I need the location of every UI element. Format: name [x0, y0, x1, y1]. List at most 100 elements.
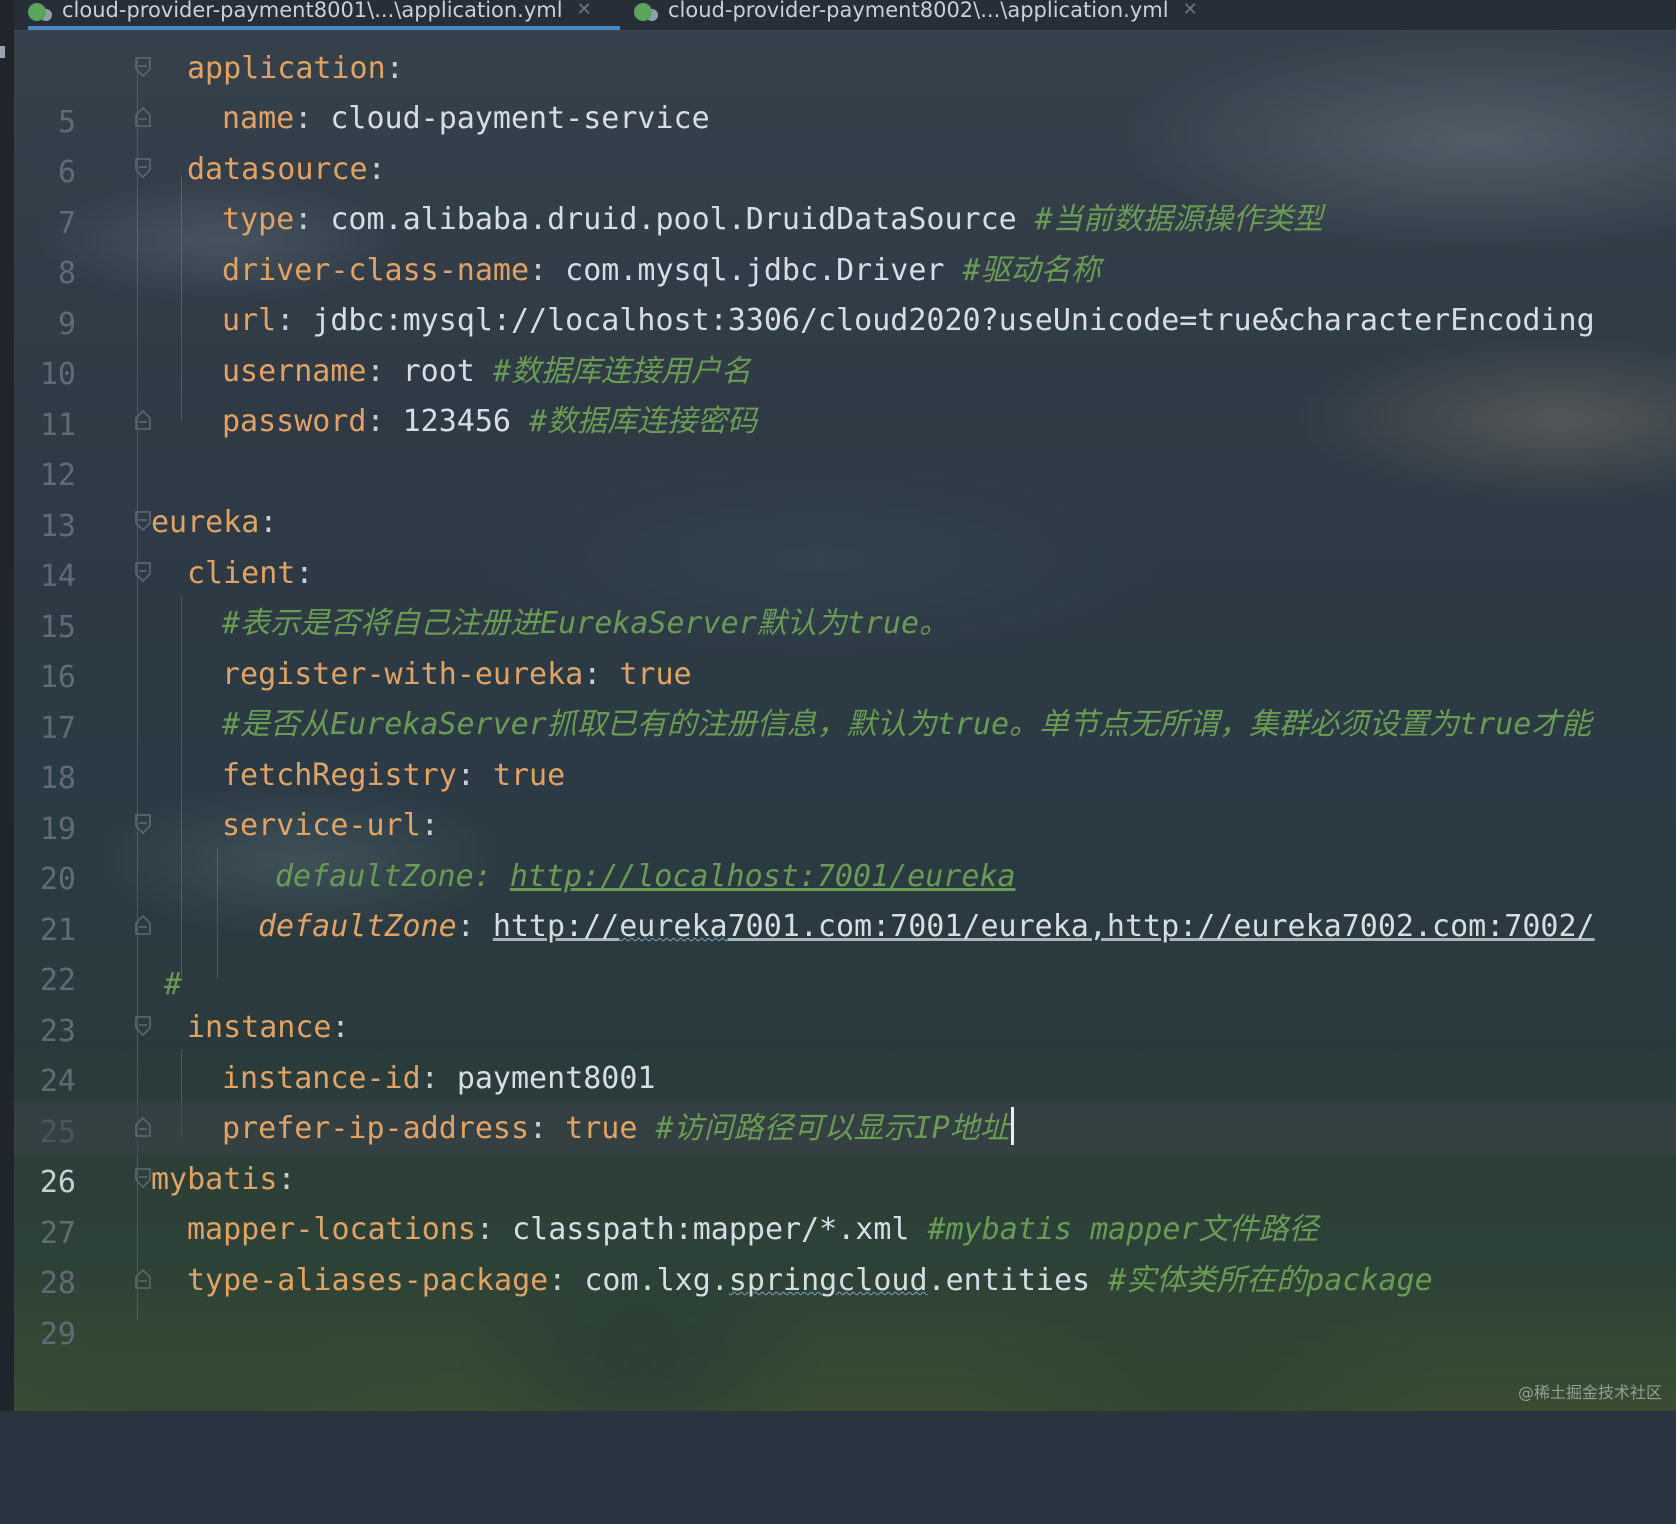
text-caret	[1010, 1107, 1014, 1145]
fold-open-icon[interactable]	[135, 1016, 151, 1036]
code-line[interactable]: 22 defaultZone: http://eureka7001.com:70…	[14, 900, 1676, 998]
fold-open-icon[interactable]	[135, 511, 151, 531]
fold-open-icon[interactable]	[135, 158, 151, 178]
code-line[interactable]: 9 driver-class-name: com.mysql.jdbc.Driv…	[14, 244, 1676, 342]
fold-close-icon[interactable]	[135, 1269, 151, 1289]
yaml-key: prefer-ip-address	[222, 1111, 530, 1146]
yaml-value: com.mysql.jdbc.Driver	[565, 253, 945, 288]
yaml-key: defaultZone	[258, 909, 457, 944]
code-line[interactable]: 28 mapper-locations: classpath:mapper/*.…	[14, 1203, 1676, 1301]
code-line[interactable]: 17 register-with-eureka: true	[14, 648, 1676, 746]
code-line[interactable]: 29 type-aliases-package: com.lxg.springc…	[14, 1254, 1676, 1352]
yaml-key: mybatis	[151, 1162, 278, 1197]
yaml-key: service-url	[222, 808, 421, 843]
code-line-current[interactable]: 26 prefer-ip-address: true #访问路径可以显示IP地址	[14, 1102, 1676, 1200]
url-link[interactable]: http://	[493, 909, 619, 944]
yaml-value: true	[492, 758, 566, 793]
fold-close-icon[interactable]	[135, 107, 151, 127]
yaml-key: type	[222, 202, 295, 237]
yaml-key: instance	[187, 1010, 332, 1045]
code-line[interactable]: 12 password: 123456 #数据库连接密码	[14, 395, 1676, 493]
fold-open-icon[interactable]	[135, 57, 151, 77]
yaml-key: instance-id	[222, 1061, 421, 1096]
tab-payment8001[interactable]: cloud-provider-payment8001\...\applicati…	[28, 0, 620, 30]
yaml-value: classpath:mapper/*.xml	[512, 1212, 910, 1247]
yaml-value: true	[619, 657, 692, 692]
fold-open-icon[interactable]	[135, 1168, 151, 1188]
yaml-value: com.alibaba.druid.pool.DruidDataSource	[330, 202, 1017, 237]
yaml-key: register-with-eureka	[222, 657, 584, 692]
close-icon[interactable]: ✕	[577, 0, 592, 20]
fold-close-icon[interactable]	[135, 1117, 151, 1137]
yaml-value: jdbc:mysql://localhost:3306/cloud2020?us…	[312, 303, 1595, 338]
yaml-value: payment8001	[456, 1061, 656, 1096]
yaml-key: username	[222, 354, 367, 389]
line-number: 29	[39, 1317, 76, 1352]
code-line[interactable]: 10 url: jdbc:mysql://localhost:3306/clou…	[14, 294, 1676, 392]
yaml-spring-icon	[634, 3, 652, 21]
code-line[interactable]: 24 instance:	[14, 1001, 1676, 1099]
code-line[interactable]: 13	[14, 446, 1676, 544]
fold-open-icon[interactable]	[135, 562, 151, 582]
code-line[interactable]: 18 #是否从EurekaServer抓取已有的注册信息，默认为true。单节点…	[14, 698, 1676, 796]
tab-payment8002[interactable]: cloud-provider-payment8002\...\applicati…	[634, 0, 1274, 30]
code-line[interactable]: 19 fetchRegistry: true	[14, 749, 1676, 847]
left-tool-strip	[0, 0, 14, 1411]
code-line[interactable]: 15 client:	[14, 547, 1676, 645]
yaml-comment: #驱动名称	[962, 253, 1101, 288]
yaml-comment: #是否从EurekaServer抓取已有的注册信息，默认为true。单节点无所谓…	[222, 707, 1592, 742]
code-line[interactable]: 23	[14, 951, 1676, 1049]
tab-bar: cloud-provider-payment8001\...\applicati…	[14, 0, 1676, 31]
yaml-value: 123456	[402, 404, 511, 439]
fold-close-icon[interactable]	[135, 410, 151, 430]
yaml-comment: #访问路径可以显示IP地址	[655, 1111, 1010, 1146]
yaml-value: cloud-payment-service	[330, 101, 710, 136]
yaml-key: name	[222, 101, 295, 136]
watermark: @稀土掘金技术社区	[1517, 1383, 1662, 1402]
code-line[interactable]: 11 username: root #数据库连接用户名	[14, 345, 1676, 443]
fold-open-icon[interactable]	[135, 814, 151, 834]
code-line[interactable]: 16 #表示是否将自己注册进EurekaServer默认为true。	[14, 597, 1676, 695]
yaml-value: true	[565, 1111, 638, 1146]
yaml-comment: #当前数据源操作类型	[1034, 202, 1323, 237]
yaml-comment: #实体类所在的package	[1108, 1263, 1433, 1298]
code-line[interactable]: 20 service-url:	[14, 799, 1676, 897]
yaml-comment: #表示是否将自己注册进EurekaServer默认为true。	[222, 606, 950, 641]
yaml-key: password	[222, 404, 367, 439]
strip-marker	[0, 46, 5, 58]
yaml-key: driver-class-name	[222, 253, 530, 288]
yaml-comment: #数据库连接用户名	[492, 354, 751, 389]
yaml-comment-key: defaultZone:	[275, 859, 492, 894]
fold-close-icon[interactable]	[135, 915, 151, 935]
yaml-key: eureka	[151, 505, 260, 540]
yaml-value: com.lxg.	[584, 1263, 729, 1298]
code-line[interactable]: 27 mybatis:	[14, 1153, 1676, 1251]
yaml-comment: #数据库连接密码	[529, 404, 758, 439]
yaml-key: client	[187, 556, 296, 591]
yaml-key: url	[222, 303, 277, 338]
url-link[interactable]: 7001.com:7001/eureka,http://eureka7002.c…	[728, 909, 1595, 944]
yaml-key: fetchRegistry	[222, 758, 457, 793]
yaml-value: .entities	[927, 1263, 1091, 1298]
tab-label: cloud-provider-payment8001\...\applicati…	[62, 0, 563, 22]
comment-url-link[interactable]: http://localhost:7001/eureka	[510, 859, 1016, 894]
code-line[interactable]: 7 datasource:	[14, 143, 1676, 241]
close-icon[interactable]: ✕	[1183, 0, 1198, 20]
code-editor[interactable]: 5 application: 6 name: cloud-payment-ser…	[14, 30, 1676, 1411]
yaml-key: application	[187, 51, 386, 86]
tab-label: cloud-provider-payment8002\...\applicati…	[668, 0, 1169, 22]
code-line[interactable]: 25 instance-id: payment8001	[14, 1052, 1676, 1150]
yaml-key: type-aliases-package	[187, 1263, 549, 1298]
url-link-typo[interactable]: eureka	[619, 909, 727, 944]
code-line[interactable]: 5 application:	[14, 42, 1676, 140]
code-line[interactable]: 14 eureka:	[14, 496, 1676, 594]
yaml-comment: #mybatis mapper文件路径	[927, 1212, 1319, 1247]
yaml-key: datasource	[187, 152, 368, 187]
code-line[interactable]: 6 name: cloud-payment-service	[14, 92, 1676, 190]
code-line[interactable]: 21 # defaultZone: http://localhost:7001/…	[14, 850, 1676, 1002]
yaml-spring-icon	[28, 3, 46, 21]
yaml-key: mapper-locations	[187, 1212, 476, 1247]
yaml-value: root	[402, 354, 475, 389]
yaml-value-typo: springcloud	[728, 1263, 928, 1298]
code-line[interactable]: 8 type: com.alibaba.druid.pool.DruidData…	[14, 193, 1676, 291]
